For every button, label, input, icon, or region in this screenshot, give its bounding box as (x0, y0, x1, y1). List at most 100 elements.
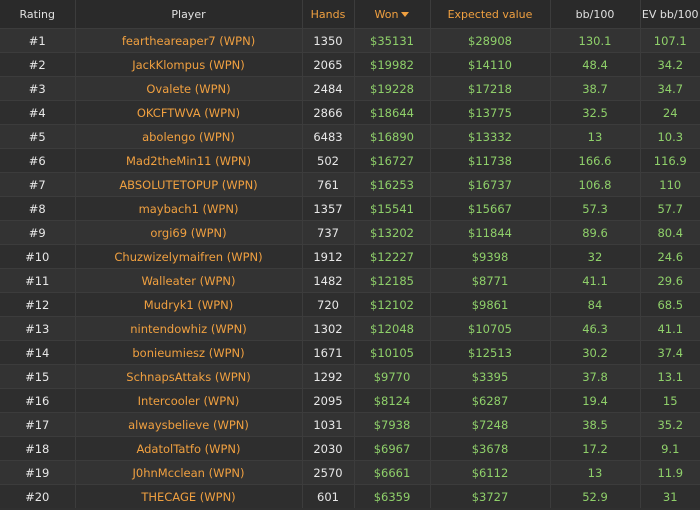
table-row: #10 Chuzwizelymaifren (WPN) 1912 $12227 $939… (0, 244, 700, 269)
player-column-header[interactable]: Player (75, 0, 303, 29)
player-link[interactable]: maybach1 (WPN) (75, 196, 303, 221)
player-link[interactable]: JackKlompus (WPN) (75, 52, 303, 77)
ev-bb100-cell: 24 (640, 100, 700, 125)
bb100-cell: 84 (550, 292, 641, 317)
ev-bb100-cell: 24.6 (640, 244, 700, 269)
hands-cell: 1350 (302, 28, 355, 53)
hands-cell: 1671 (302, 340, 355, 365)
won-cell: $13202 (354, 220, 431, 245)
ev-bb100-cell: 10.3 (640, 124, 700, 149)
rating-cell: #20 (0, 484, 76, 508)
table-row: #9 orgi69 (WPN) 737 $13202 $11844 89.6 80.4 (0, 220, 700, 245)
bb100-cell: 46.3 (550, 316, 641, 341)
player-link[interactable]: abolengo (WPN) (75, 124, 303, 149)
won-column-header[interactable]: Won (354, 0, 431, 29)
rating-cell: #9 (0, 220, 76, 245)
rating-cell: #4 (0, 100, 76, 125)
player-link[interactable]: THECAGE (WPN) (75, 484, 303, 508)
hands-cell: 2570 (302, 460, 355, 485)
rating-cell: #8 (0, 196, 76, 221)
hands-cell: 2484 (302, 76, 355, 101)
ev-bb100-cell: 68.5 (640, 292, 700, 317)
bb100-cell: 30.2 (550, 340, 641, 365)
ev-bb100-cell: 13.1 (640, 364, 700, 389)
hands-cell: 2030 (302, 436, 355, 461)
expected-value-cell: $10705 (430, 316, 551, 341)
hands-column-header[interactable]: Hands (302, 0, 355, 29)
table-row: #15 SchnapsAttaks (WPN) 1292 $9770 $3395 37.8… (0, 364, 700, 389)
table-row: #18 AdatolTatfo (WPN) 2030 $6967 $3678 17.2 9.… (0, 436, 700, 461)
ev-bb100-cell: 29.6 (640, 268, 700, 293)
player-link[interactable]: Mudryk1 (WPN) (75, 292, 303, 317)
hands-cell: 1482 (302, 268, 355, 293)
rating-cell: #15 (0, 364, 76, 389)
hands-cell: 1292 (302, 364, 355, 389)
player-link[interactable]: Mad2theMin11 (WPN) (75, 148, 303, 173)
bb100-cell: 57.3 (550, 196, 641, 221)
player-link[interactable]: feartheareaper7 (WPN) (75, 28, 303, 53)
table-body: #1 feartheareaper7 (WPN) 1350 $35131 $28908 1… (0, 28, 700, 508)
ev-bb100-column-header[interactable]: EV bb/100 (640, 0, 700, 29)
player-link[interactable]: Intercooler (WPN) (75, 388, 303, 413)
expected-value-cell: $14110 (430, 52, 551, 77)
expected-value-column-header[interactable]: Expected value (430, 0, 551, 29)
ev-bb100-cell: 34.2 (640, 52, 700, 77)
player-link[interactable]: Walleater (WPN) (75, 268, 303, 293)
rating-cell: #11 (0, 268, 76, 293)
bb100-cell: 37.8 (550, 364, 641, 389)
won-cell: $16727 (354, 148, 431, 173)
won-cell: $9770 (354, 364, 431, 389)
player-link[interactable]: orgi69 (WPN) (75, 220, 303, 245)
ev-bb100-cell: 31 (640, 484, 700, 508)
player-link[interactable]: SchnapsAttaks (WPN) (75, 364, 303, 389)
table-row: #19 J0hnMcclean (WPN) 2570 $6661 $6112 13 11.9 (0, 460, 700, 485)
hands-cell: 1357 (302, 196, 355, 221)
hands-cell: 2065 (302, 52, 355, 77)
hands-cell: 737 (302, 220, 355, 245)
expected-value-cell: $11844 (430, 220, 551, 245)
expected-value-cell: $11738 (430, 148, 551, 173)
bb100-cell: 32.5 (550, 100, 641, 125)
rating-cell: #3 (0, 76, 76, 101)
ev-bb100-cell: 9.1 (640, 436, 700, 461)
rating-column-header[interactable]: Rating (0, 0, 76, 29)
player-link[interactable]: alwaysbelieve (WPN) (75, 412, 303, 437)
table-row: #2 JackKlompus (WPN) 2065 $19982 $14110 48.4 3… (0, 52, 700, 77)
player-link[interactable]: Chuzwizelymaifren (WPN) (75, 244, 303, 269)
ev-bb100-cell: 110 (640, 172, 700, 197)
table-row: #11 Walleater (WPN) 1482 $12185 $8771 41.1 29.… (0, 268, 700, 293)
expected-value-cell: $6112 (430, 460, 551, 485)
bb100-column-header[interactable]: bb/100 (550, 0, 641, 29)
bb100-cell: 166.6 (550, 148, 641, 173)
won-cell: $12102 (354, 292, 431, 317)
hands-cell: 601 (302, 484, 355, 508)
player-link[interactable]: AdatolTatfo (WPN) (75, 436, 303, 461)
player-link[interactable]: Ovalete (WPN) (75, 76, 303, 101)
table-row: #6 Mad2theMin11 (WPN) 502 $16727 $11738 166.6… (0, 148, 700, 173)
ev-bb100-cell: 116.9 (640, 148, 700, 173)
bb100-cell: 89.6 (550, 220, 641, 245)
hands-cell: 1912 (302, 244, 355, 269)
player-link[interactable]: ABSOLUTETOPUP (WPN) (75, 172, 303, 197)
bb100-cell: 13 (550, 460, 641, 485)
player-link[interactable]: bonieumiesz (WPN) (75, 340, 303, 365)
rating-cell: #14 (0, 340, 76, 365)
bb100-cell: 41.1 (550, 268, 641, 293)
bb100-cell: 17.2 (550, 436, 641, 461)
expected-value-cell: $13332 (430, 124, 551, 149)
player-link[interactable]: nintendowhiz (WPN) (75, 316, 303, 341)
won-cell: $6661 (354, 460, 431, 485)
table-row: #3 Ovalete (WPN) 2484 $19228 $17218 38.7 34.7 (0, 76, 700, 101)
rating-cell: #13 (0, 316, 76, 341)
won-header-label: Won (374, 7, 399, 21)
player-link[interactable]: OKCFTWVA (WPN) (75, 100, 303, 125)
ev-bb100-cell: 37.4 (640, 340, 700, 365)
ev-bb100-cell: 15 (640, 388, 700, 413)
rating-cell: #1 (0, 28, 76, 53)
won-cell: $35131 (354, 28, 431, 53)
won-cell: $8124 (354, 388, 431, 413)
player-link[interactable]: J0hnMcclean (WPN) (75, 460, 303, 485)
rating-cell: #2 (0, 52, 76, 77)
hands-cell: 2095 (302, 388, 355, 413)
won-cell: $12227 (354, 244, 431, 269)
